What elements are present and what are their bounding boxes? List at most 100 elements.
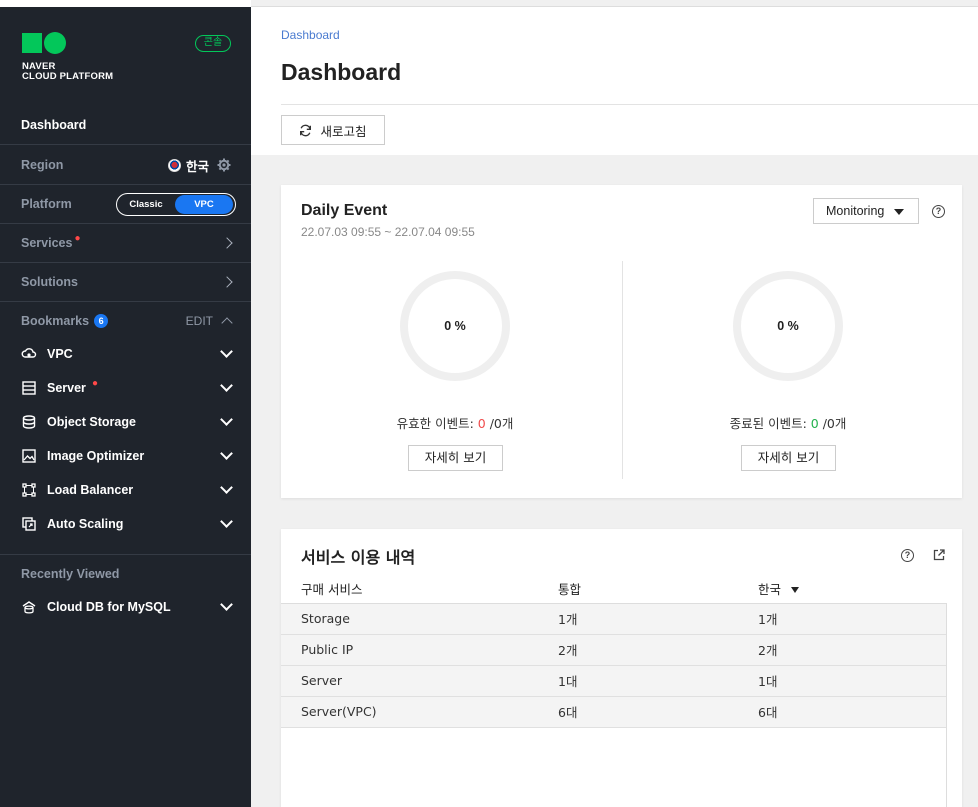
refresh-icon [300,124,312,136]
valid-events-detail-button[interactable]: 자세히 보기 [408,445,503,471]
recent-label: Cloud DB for MySQL [47,600,171,614]
chevron-down-icon[interactable] [220,413,233,426]
services-label: Services [21,236,73,250]
auto-scaling-icon [21,516,37,532]
table-header-row: 구매 서비스 통합 한국 [281,574,946,604]
caret-down-icon [791,587,800,594]
brand-line-2: CLOUD PLATFORM [22,71,114,82]
sidebar-item-region[interactable]: Region 한국 [0,146,251,185]
closed-events-percent: 0 % [777,319,799,333]
new-indicator-dot: ● [91,377,98,389]
region-column-header[interactable]: 한국 [738,574,946,604]
platform-label: Platform [21,197,72,211]
server-icon [21,380,37,396]
chevron-down-icon[interactable] [220,515,233,528]
sidebar-item-solutions[interactable]: Solutions [0,263,251,302]
header-divider [281,104,978,105]
sidebar: NAVER CLOUD PLATFORM 콘솔 Dashboard Region… [0,0,251,807]
chevron-down-icon[interactable] [220,379,233,392]
new-indicator-dot: ● [74,232,81,244]
table-cell: Server(VPC) [281,696,538,728]
help-icon[interactable]: ? [901,549,914,562]
platform-option-classic[interactable]: Classic [117,199,175,210]
closed-events-count: 0 [810,416,819,431]
table-cell: Server [281,665,538,697]
chevron-down-icon[interactable] [220,447,233,460]
valid-events-label: 유효한 이벤트: 0 /0개 [396,416,514,431]
chevron-down-icon[interactable] [220,481,233,494]
cloud-db-icon [21,599,37,615]
bookmark-item-load-balancer[interactable]: Load Balancer [21,480,233,500]
closed-events-detail-button[interactable]: 자세히 보기 [741,445,836,471]
platform-option-vpc[interactable]: VPC [175,195,233,214]
event-filter-value: Monitoring [826,204,885,218]
refresh-button[interactable]: 새로고침 [281,115,385,145]
region-label: Region [21,158,64,172]
caret-down-icon [894,209,904,215]
column-header: 통합 [538,574,738,604]
bookmarks-edit-button[interactable]: EDIT [186,314,213,328]
bookmark-item-object-storage[interactable]: Object Storage [21,412,233,432]
table-row: Server 1대 1대 [281,665,946,697]
table-cell: 2개 [738,634,946,666]
event-filter-select[interactable]: Monitoring [813,198,919,224]
service-usage-table: 구매 서비스 통합 한국 Storage 1개 1개 Public IP 2개 … [281,574,946,728]
bookmarks-label: Bookmarks [21,314,90,328]
bookmarks-count-badge: 6 [94,314,109,328]
bookmark-item-server[interactable]: Server ● [21,377,233,398]
chevron-down-icon[interactable] [220,598,233,611]
daily-event-card: Daily Event 22.07.03 09:55 ~ 22.07.04 09… [281,185,962,498]
platform-toggle[interactable]: Classic VPC [116,193,236,216]
naver-cloud-logo[interactable]: NAVER CLOUD PLATFORM [22,32,114,82]
vpc-icon [21,346,37,362]
daily-event-date-range: 22.07.03 09:55 ~ 22.07.04 09:55 [301,225,475,239]
logo-mark [22,32,113,54]
chevron-right-icon [221,237,233,249]
closed-events-label: 종료된 이벤트: 0 /0개 [729,416,847,431]
load-balancer-icon [21,482,37,498]
bookmark-item-image-optimizer[interactable]: Image Optimizer [21,446,233,466]
table-cell: 1대 [538,665,738,697]
sidebar-item-dashboard[interactable]: Dashboard [0,106,251,145]
sidebar-item-services[interactable]: Services ● [0,224,251,263]
chevron-up-icon[interactable] [221,317,233,329]
recently-viewed-label: Recently Viewed [21,567,120,581]
table-cell: 2개 [538,634,738,666]
help-icon[interactable]: ? [932,205,945,218]
daily-event-title: Daily Event [301,202,388,219]
external-link-icon[interactable] [933,549,945,561]
console-badge[interactable]: 콘솔 [195,35,231,52]
service-usage-title: 서비스 이용 내역 [301,548,416,567]
refresh-label: 새로고침 [320,123,367,139]
bookmark-label: VPC [47,347,73,361]
korea-flag-icon [167,158,181,172]
table-cell: 1대 [738,665,946,697]
solutions-label: Solutions [21,275,78,289]
table-cell: 6대 [538,696,738,728]
service-usage-card: 서비스 이용 내역 ? 구매 서비스 통합 한국 Storage 1개 1개 P… [281,529,962,807]
bookmark-label: Load Balancer [47,483,134,497]
page-header: Dashboard Dashboard 새로고침 [251,7,978,155]
gear-icon[interactable] [217,158,231,172]
table-row: Server(VPC) 6대 6대 [281,696,946,728]
bookmark-item-auto-scaling[interactable]: Auto Scaling [21,514,233,534]
table-cell: Storage [281,603,538,635]
top-strip [0,0,251,7]
valid-events-count: 0 [477,416,486,431]
chevron-down-icon[interactable] [220,345,233,358]
recent-item-cloud-db-mysql[interactable]: Cloud DB for MySQL [21,597,233,617]
column-header: 구매 서비스 [281,574,538,604]
table-scrollbar[interactable] [946,603,947,807]
image-optimizer-icon [21,448,37,464]
table-cell: 1개 [738,603,946,635]
bookmark-label: Image Optimizer [47,449,145,463]
bookmark-label: Server [47,381,86,395]
event-divider [622,261,623,479]
table-cell: Public IP [281,634,538,666]
bookmark-item-vpc[interactable]: VPC [21,344,233,364]
table-row: Storage 1개 1개 [281,603,946,635]
breadcrumb[interactable]: Dashboard [281,28,340,42]
sidebar-divider [0,554,251,555]
page-title: Dashboard [281,59,402,85]
object-storage-icon [21,414,37,430]
